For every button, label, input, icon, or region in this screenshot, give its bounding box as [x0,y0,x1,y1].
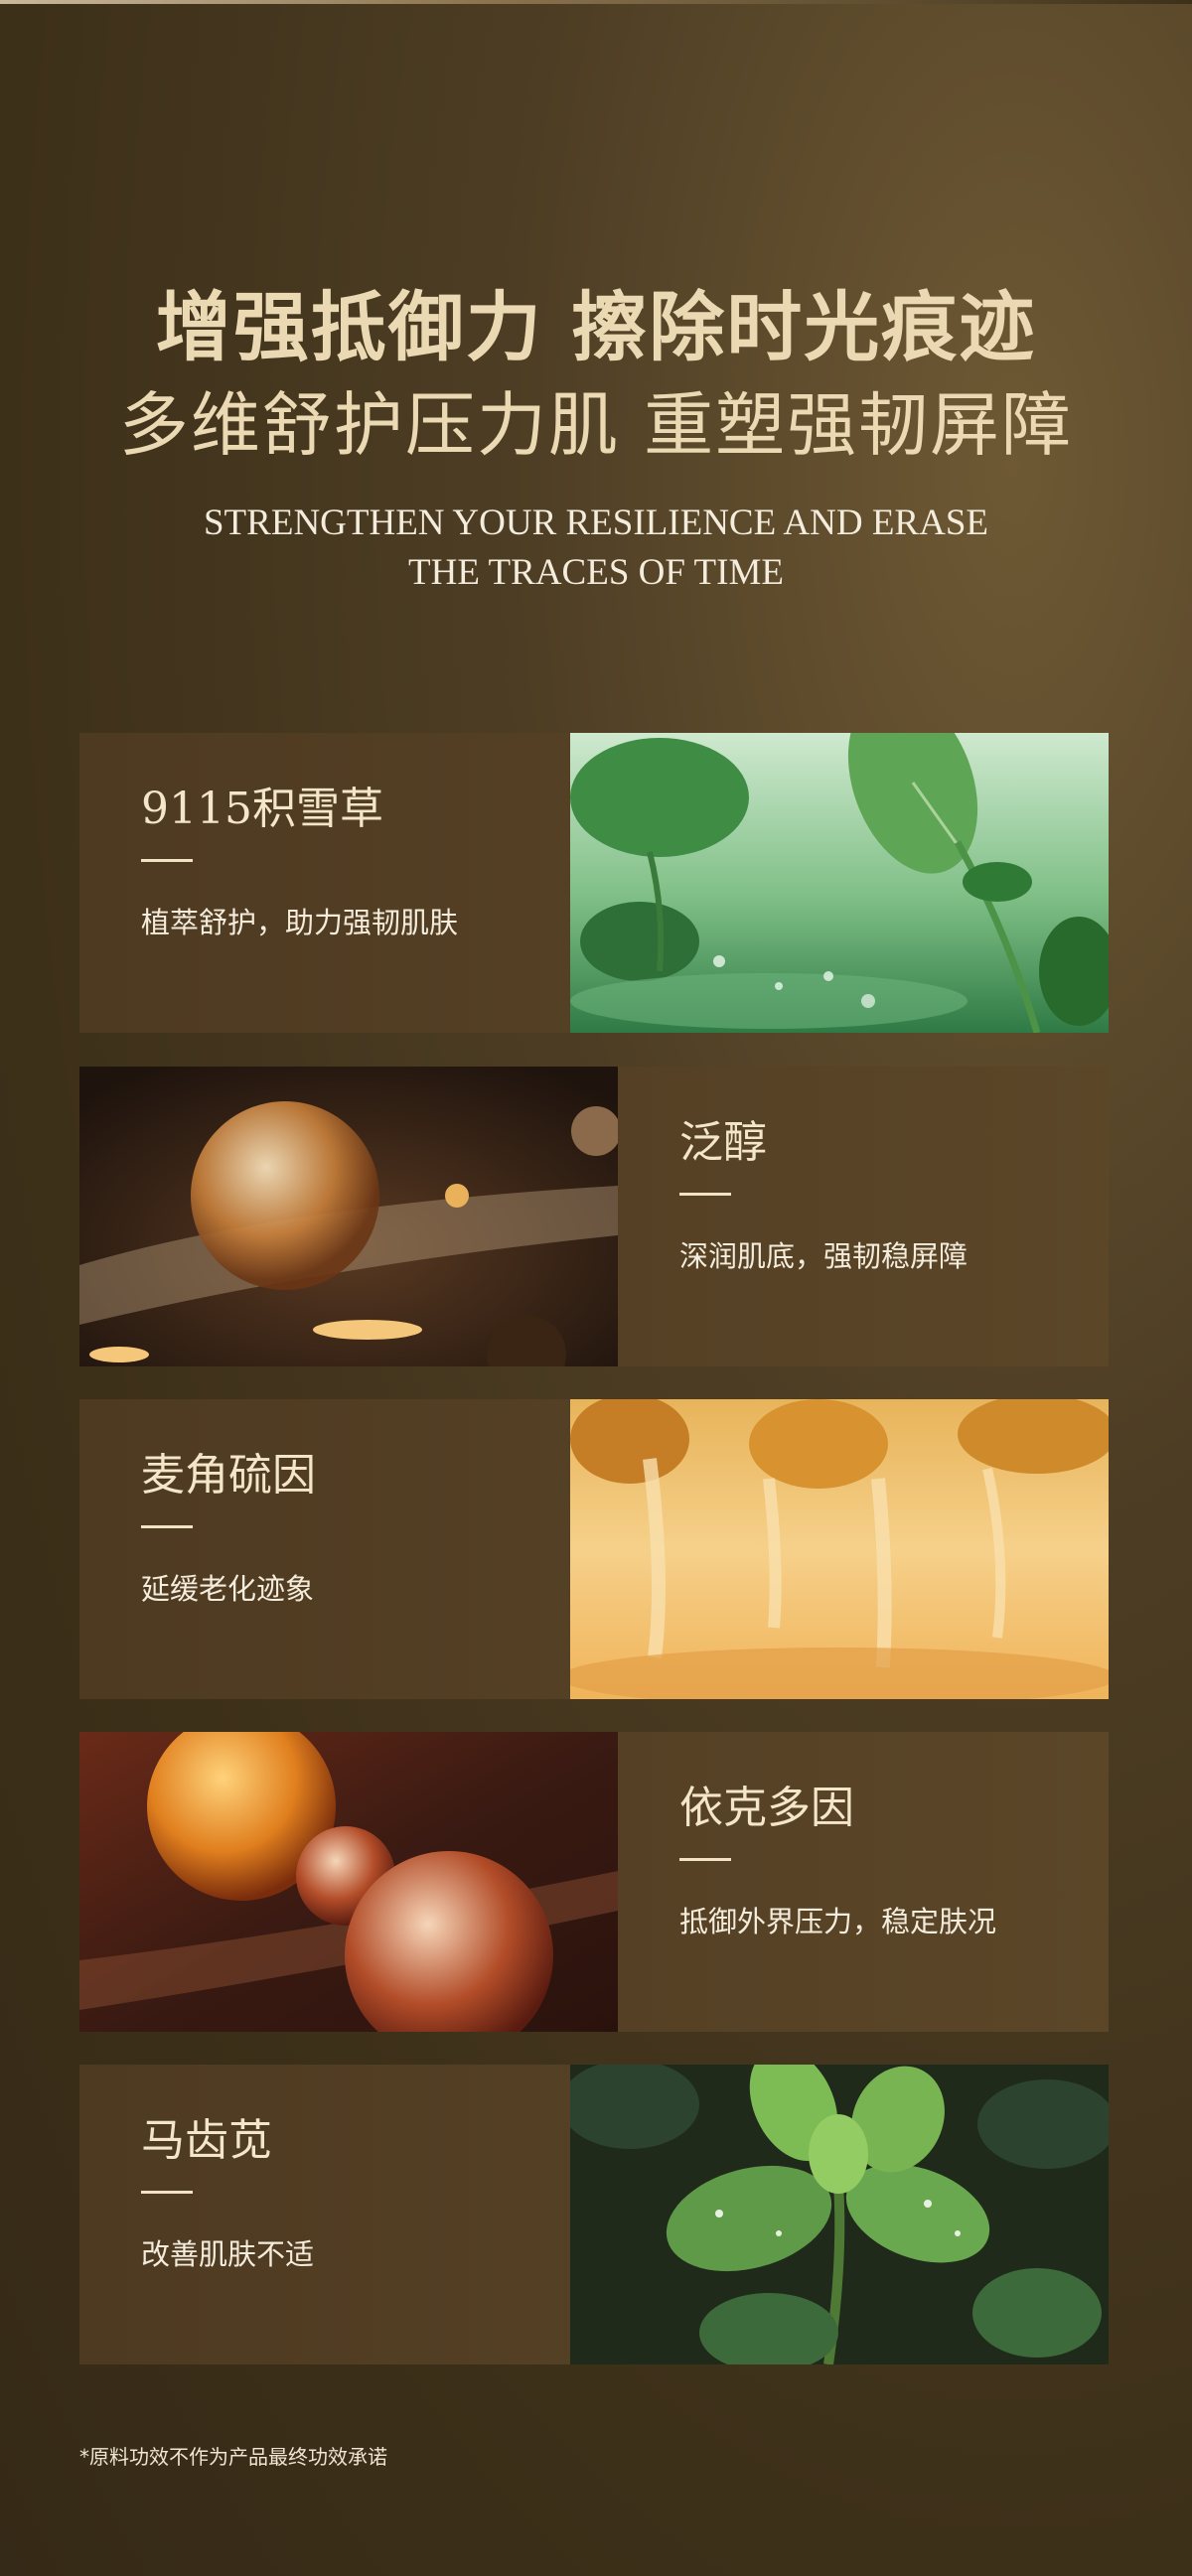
ingredient-card-ectoine: 依克多因 抵御外界压力，稳定肤况 [79,1732,1109,2032]
ingredient-name: 依克多因 [679,1783,854,1833]
ingredient-card-centella: 9115积雪草 植萃舒护，助力强韧肌肤 [79,733,1109,1033]
ingredient-desc: 改善肌肤不适 [141,2237,315,2271]
ingredient-name: 9115积雪草 [141,784,383,834]
divider-bar [679,1858,731,1861]
ingredient-name: 泛醇 [679,1117,767,1168]
subtitle-line1: STRENGTHEN YOUR RESILIENCE AND ERASE [203,502,988,543]
divider-bar [141,1525,193,1528]
divider-bar [141,859,193,862]
ingredient-text: 依克多因 抵御外界压力，稳定肤况 [618,1732,1109,2032]
golden-drops-image [570,1399,1109,1699]
ingredient-card-ergothioneine: 麦角硫因 延缓老化迹象 [79,1399,1109,1699]
ingredient-text: 马齿苋 改善肌肤不适 [79,2065,570,2364]
ingredient-name: 麦角硫因 [141,1450,316,1501]
ingredient-card-panthenol: 泛醇 深润肌底，强韧稳屏障 [79,1067,1109,1366]
ingredient-card-purslane: 马齿苋 改善肌肤不适 [79,2065,1109,2364]
english-subtitle: STRENGTHEN YOUR RESILIENCE AND ERASE THE… [0,499,1192,598]
divider-bar [679,1193,731,1196]
ingredient-desc: 植萃舒护，助力强韧肌肤 [141,906,459,939]
headline-line1: 增强抵御力 擦除时光痕迹 [155,283,1037,371]
top-accent-line [0,0,1192,4]
ingredient-text: 麦角硫因 延缓老化迹象 [79,1399,570,1699]
disclaimer-footnote: *原料功效不作为产品最终功效承诺 [79,2445,387,2469]
ingredient-text: 9115积雪草 植萃舒护，助力强韧肌肤 [79,733,570,1033]
subtitle-line2: THE TRACES OF TIME [408,552,784,593]
purslane-leaves-image [570,2065,1109,2364]
ingredient-desc: 延缓老化迹象 [141,1572,315,1606]
panthenol-bubble-image [79,1067,618,1366]
centella-leaf-image [570,733,1109,1033]
ingredient-name: 马齿苋 [141,2115,272,2166]
ectoine-spheres-image [79,1732,618,2032]
ingredient-desc: 深润肌底，强韧稳屏障 [679,1239,968,1273]
ingredient-text: 泛醇 深润肌底，强韧稳屏障 [618,1067,1109,1366]
ingredient-desc: 抵御外界压力，稳定肤况 [679,1905,997,1938]
divider-bar [141,2191,193,2194]
headline-line2: 多维舒护压力肌 重塑强韧屏障 [118,384,1074,466]
